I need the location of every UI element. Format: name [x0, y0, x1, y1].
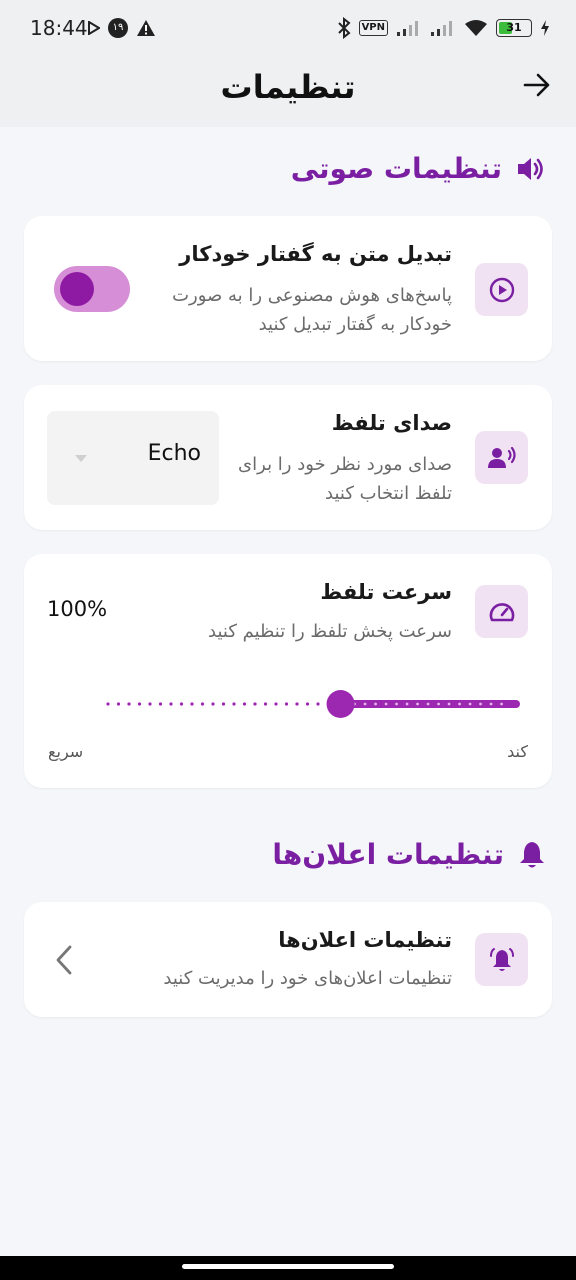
notification-section-title: تنظیمات اعلان‌ها	[272, 838, 504, 871]
slider-tick-dot	[316, 702, 320, 706]
sound-section-header: تنظیمات صوتی	[291, 152, 546, 185]
tts-toggle[interactable]	[54, 266, 130, 312]
slider-thumb[interactable]	[326, 690, 355, 718]
fast-label: سریع	[48, 742, 84, 761]
signal-icon	[397, 21, 418, 36]
tts-card: تبدیل متن به گفتار خودکار پاسخ‌های هوش م…	[24, 216, 552, 361]
slider-tick-dot	[416, 702, 419, 706]
notification-card-description: تنظیمات اعلان‌های خود را مدیریت کنید	[163, 968, 452, 989]
speedometer-icon	[489, 602, 514, 621]
slider-tick-dot	[106, 702, 110, 706]
navigation-bar	[0, 1256, 576, 1280]
status-bar: 18:44 ۱۹ VPN 31	[0, 0, 576, 60]
bell-ringing-icon	[489, 947, 514, 971]
slider-tick-dot	[200, 702, 205, 706]
slider-tick-dot	[211, 702, 215, 706]
voice-dropdown[interactable]: Echo	[47, 411, 219, 505]
charging-icon	[541, 20, 549, 36]
slider-tick-dot	[137, 702, 142, 706]
slider-tick-dot	[221, 702, 226, 706]
slider-tick-dot	[190, 702, 194, 706]
page-title: تنظیمات	[220, 68, 356, 106]
slider-tick-dot	[232, 702, 236, 706]
warning-icon	[137, 20, 155, 36]
vpn-icon: VPN	[358, 20, 388, 36]
arrow-right-icon[interactable]	[522, 70, 552, 100]
battery-icon: 31	[496, 19, 532, 37]
voice-card: صدای تلفظ صدای مورد نظر خود را برای تلفظ…	[24, 385, 552, 530]
slider-tick-dot	[263, 702, 268, 706]
tts-description: پاسخ‌های هوش مصنوعی را به صورت خودکار به…	[172, 285, 452, 335]
voice-person-icon	[487, 446, 516, 468]
notification-badge-icon: ۱۹	[108, 18, 128, 38]
voice-title: صدای تلفظ	[331, 411, 452, 435]
play-store-icon	[88, 21, 100, 35]
sound-section-title: تنظیمات صوتی	[290, 152, 502, 185]
slider-tick-dot	[253, 702, 257, 706]
speed-description: سرعت پخش تلفظ را تنظیم کنید	[208, 621, 452, 642]
notification-section-header: تنظیمات اعلان‌ها	[272, 838, 546, 871]
slider-tick-dot	[447, 702, 451, 706]
app-bar: تنظیمات	[0, 60, 576, 127]
chevron-down-icon	[75, 455, 87, 462]
slider-tick-dot	[127, 702, 131, 706]
slider-tick-dot	[148, 702, 152, 706]
speaker-icon	[518, 157, 543, 180]
slider-tick-dot	[284, 702, 289, 706]
slider-tick-dot	[468, 702, 472, 706]
slider-tick-dot	[405, 702, 409, 706]
slow-label: کند	[507, 742, 528, 761]
speed-value: 100%	[47, 597, 108, 621]
slider-tick-dot	[158, 702, 163, 706]
slider-tick-dot	[426, 702, 430, 706]
slider-tick-dot	[374, 702, 377, 706]
slider-tick-dot	[500, 702, 503, 706]
slider-tick-dot	[479, 702, 482, 706]
slider-tick-dot	[274, 702, 278, 706]
play-circle-icon	[489, 277, 514, 302]
chevron-left-icon	[56, 945, 72, 975]
bell-icon	[520, 841, 544, 867]
voice-dropdown-value: Echo	[147, 441, 201, 466]
tts-icon-box	[475, 263, 528, 316]
slider-tick-dot	[363, 702, 367, 706]
slider-tick-dot	[384, 702, 388, 706]
bluetooth-icon	[337, 17, 351, 39]
home-indicator[interactable]	[182, 1264, 394, 1269]
slider-tick-dot	[169, 702, 173, 706]
slider-tick-dot	[437, 702, 440, 706]
toggle-knob	[60, 272, 94, 306]
speed-title: سرعت تلفظ	[320, 580, 452, 604]
slider-tick-dot	[295, 702, 299, 706]
slider-tick-dot	[179, 702, 184, 706]
speed-card: سرعت تلفظ سرعت پخش تلفظ را تنظیم کنید 10…	[24, 554, 552, 788]
tts-title: تبدیل متن به گفتار خودکار	[179, 242, 452, 266]
speed-slider[interactable]	[80, 684, 520, 724]
notification-card[interactable]: تنظیمات اعلان‌ها تنظیمات اعلان‌های خود ر…	[24, 902, 552, 1017]
slider-tick-dot	[116, 702, 121, 706]
slider-tick-dot	[305, 702, 310, 706]
voice-description: صدای مورد نظر خود را برای تلفظ انتخاب کن…	[238, 454, 452, 504]
voice-icon-box	[475, 431, 528, 484]
speed-icon-box	[475, 585, 528, 638]
slider-tick-dot	[395, 702, 398, 706]
notification-icon-box	[475, 933, 528, 986]
slider-tick-dot	[458, 702, 461, 706]
wifi-icon	[465, 20, 487, 36]
slider-tick-dot	[489, 702, 493, 706]
status-time: 18:44	[30, 16, 88, 40]
slider-tick-dot	[242, 702, 247, 706]
notification-card-title: تنظیمات اعلان‌ها	[278, 928, 452, 952]
signal-icon	[431, 21, 452, 36]
